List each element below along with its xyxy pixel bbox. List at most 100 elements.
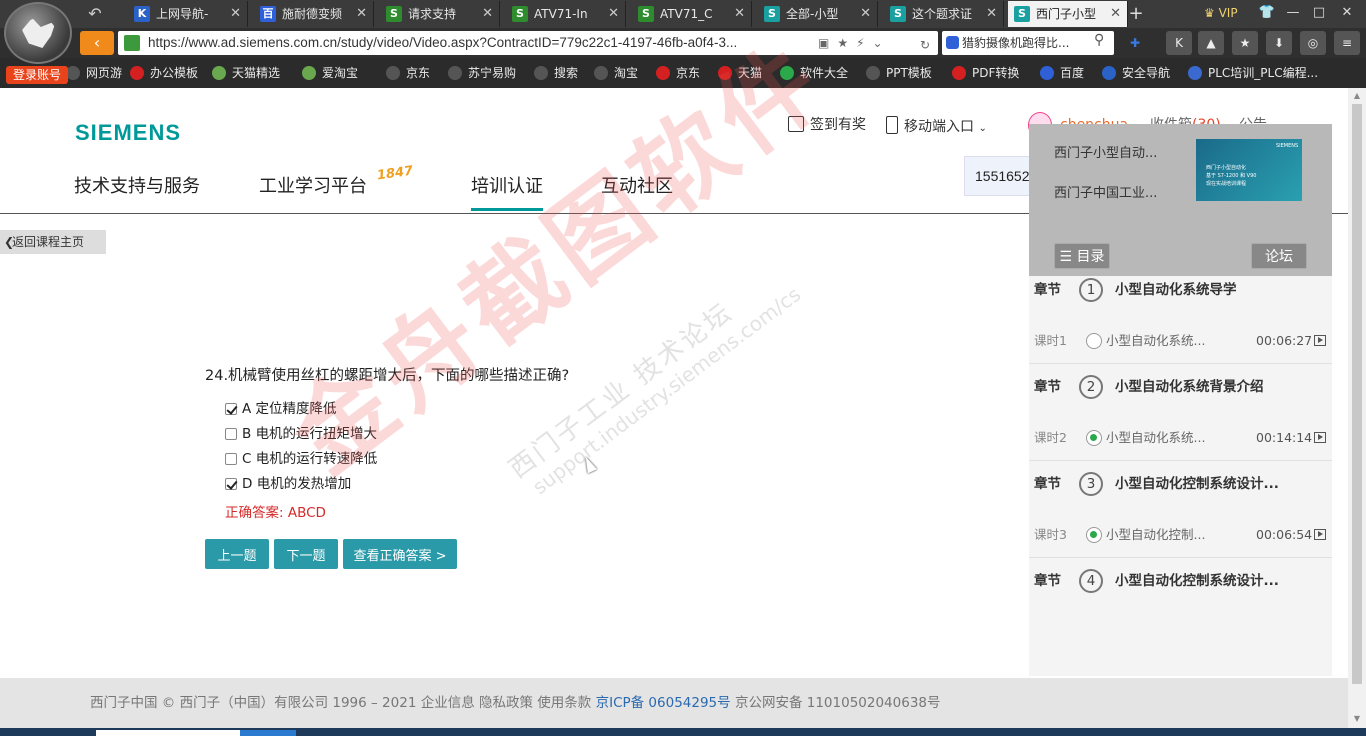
answer-option[interactable]: D 电机的发热增加: [225, 475, 351, 493]
prev-question-button[interactable]: 上一题: [205, 539, 269, 569]
vip-badge[interactable]: ♛ VIP: [1204, 2, 1238, 24]
browser-tab[interactable]: K 上网导航- ✕: [128, 1, 248, 27]
browser-search-input[interactable]: 猎豹摄像机跑得比...: [942, 31, 1114, 55]
tab-close-icon[interactable]: ✕: [986, 1, 997, 27]
related-course-1[interactable]: 西门子小型自动...: [1054, 145, 1157, 163]
show-answer-button[interactable]: 查看正确答案 >: [343, 539, 457, 569]
checkbox-checked[interactable]: [225, 403, 237, 415]
nav-training-certification[interactable]: 培训认证: [471, 174, 543, 200]
chapter-heading[interactable]: 章节 3 小型自动化控制系统设计...: [1034, 472, 1279, 496]
k-extension-icon[interactable]: K: [1166, 31, 1192, 55]
nav-tech-support[interactable]: 技术支持与服务: [74, 174, 200, 200]
forum-button[interactable]: 论坛: [1251, 243, 1307, 269]
play-video-icon[interactable]: [1314, 529, 1326, 540]
answer-option[interactable]: A 定位精度降低: [225, 400, 337, 418]
tab-close-icon[interactable]: ✕: [482, 1, 493, 27]
gamepad-icon[interactable]: ◎: [1300, 31, 1326, 55]
thumb-brand: SIEMENS: [1276, 143, 1299, 149]
nav-learning-platform[interactable]: 工业学习平台: [259, 174, 367, 200]
nav-community[interactable]: 互动社区: [601, 174, 673, 200]
close-window-icon[interactable]: ✕: [1334, 2, 1360, 24]
related-course-2[interactable]: 西门子中国工业...: [1054, 185, 1157, 203]
extension-puzzle-icon[interactable]: ✚: [1122, 31, 1148, 55]
play-video-icon[interactable]: [1314, 335, 1326, 346]
back-arrow-icon[interactable]: ‹: [80, 31, 114, 55]
secure-lock-icon: [124, 35, 140, 51]
bookmark-item[interactable]: 天猫: [718, 58, 762, 88]
bookmark-item[interactable]: 爱淘宝: [302, 58, 358, 88]
tab-close-icon[interactable]: ✕: [734, 1, 745, 27]
lesson-row[interactable]: 课时1 小型自动化系统... 00:06:27: [1034, 332, 1326, 350]
next-question-button[interactable]: 下一题: [274, 539, 338, 569]
browser-logo-icon[interactable]: [4, 2, 72, 64]
refresh-icon[interactable]: ↻: [916, 33, 934, 57]
chapter-heading[interactable]: 章节 4 小型自动化控制系统设计...: [1034, 569, 1279, 593]
play-video-icon[interactable]: [1314, 432, 1326, 443]
tab-close-icon[interactable]: ✕: [230, 1, 241, 27]
back-to-course-button[interactable]: ❮ 返回课程主页: [0, 230, 106, 254]
checkbox-unchecked[interactable]: [225, 453, 237, 465]
taskbar-item[interactable]: [96, 730, 240, 736]
browser-tab[interactable]: 百施耐德变频 ✕: [254, 1, 374, 27]
bookmark-item[interactable]: 搜索: [534, 58, 578, 88]
bookmark-item[interactable]: 淘宝: [594, 58, 638, 88]
tab-close-icon[interactable]: ✕: [1110, 1, 1121, 27]
bookmark-item[interactable]: 软件大全: [780, 58, 848, 88]
checkbox-unchecked[interactable]: [225, 428, 237, 440]
bookmark-item[interactable]: 苏宁易购: [448, 58, 516, 88]
mobile-entry-dropdown[interactable]: 移动端入口 ⌄: [886, 116, 987, 138]
url-text[interactable]: https://www.ad.siemens.com.cn/study/vide…: [148, 31, 737, 55]
bookmark-item[interactable]: 京东: [656, 58, 700, 88]
bookmark-item[interactable]: PPT模板: [866, 58, 932, 88]
favorites-star-icon[interactable]: ★: [1232, 31, 1258, 55]
checkin-link[interactable]: 签到有奖: [788, 116, 866, 134]
page-scrollbar[interactable]: ▲ ▼: [1348, 88, 1366, 728]
new-tab-button[interactable]: +: [1126, 2, 1146, 26]
browser-tab[interactable]: S 全部-小型 ✕: [758, 1, 878, 27]
icp-link[interactable]: 京ICP备 06054295号: [596, 695, 731, 711]
tab-close-icon[interactable]: ✕: [608, 1, 619, 27]
browser-tab[interactable]: S ATV71-In ✕: [506, 1, 626, 27]
chapter-heading[interactable]: 章节 1 小型自动化系统导学: [1034, 278, 1237, 302]
checkbox-checked[interactable]: [225, 478, 237, 490]
bookmark-item[interactable]: 天猫精选: [212, 58, 280, 88]
scroll-thumb[interactable]: [1352, 104, 1362, 684]
minimize-icon[interactable]: —: [1280, 2, 1306, 24]
bookmark-item[interactable]: 百度: [1040, 58, 1084, 88]
bookmark-item[interactable]: 办公模板: [130, 58, 198, 88]
lesson-row[interactable]: 课时3 小型自动化控制... 00:06:54: [1034, 526, 1326, 544]
chapter-heading[interactable]: 章节 2 小型自动化系统背景介绍: [1034, 375, 1264, 399]
bookmark-item[interactable]: 安全导航: [1102, 58, 1170, 88]
scroll-down-icon[interactable]: ▼: [1352, 714, 1362, 724]
browser-tab[interactable]: S 请求支持 ✕: [380, 1, 500, 27]
toc-button[interactable]: ☰ 目录: [1054, 243, 1110, 269]
bookmark-item[interactable]: PLC培训_PLC编程...: [1188, 58, 1318, 88]
scroll-up-icon[interactable]: ▲: [1352, 91, 1362, 101]
siemens-logo[interactable]: SIEMENS: [75, 120, 181, 146]
bookmark-item[interactable]: PDF转换: [952, 58, 1019, 88]
download-icon[interactable]: ⬇: [1266, 31, 1292, 55]
bookmark-label: 京东: [406, 66, 431, 80]
answer-option[interactable]: C 电机的运行转速降低: [225, 450, 377, 468]
bookmark-item[interactable]: 京东: [386, 58, 430, 88]
answer-option[interactable]: B 电机的运行扭矩增大: [225, 425, 377, 443]
browser-tab[interactable]: S 这个题求证 ✕: [884, 1, 1004, 27]
lock-extension-icon[interactable]: ▲: [1198, 31, 1224, 55]
bookmark-item[interactable]: 网页游: [66, 58, 122, 88]
taskbar-item-active[interactable]: [240, 730, 296, 736]
url-field[interactable]: https://www.ad.siemens.com.cn/study/vide…: [118, 31, 938, 55]
url-action-icons[interactable]: ▣★⚡⌄: [818, 31, 891, 55]
maximize-icon[interactable]: □: [1306, 2, 1332, 24]
thumb-line-3: 现在实战培训课程: [1206, 181, 1247, 187]
browser-tab[interactable]: S 西门子小型 ✕: [1008, 1, 1128, 27]
lesson-row[interactable]: 课时2 小型自动化系统... 00:14:14: [1034, 429, 1326, 447]
login-account-button[interactable]: 登录账号: [6, 66, 68, 84]
browser-search-icon[interactable]: ⚲: [1094, 32, 1104, 48]
browser-tab[interactable]: S ATV71_C ✕: [632, 1, 752, 27]
skin-icon[interactable]: 👕: [1254, 2, 1280, 24]
tab-close-icon[interactable]: ✕: [356, 1, 367, 27]
tab-close-icon[interactable]: ✕: [860, 1, 871, 27]
menu-icon[interactable]: ≡: [1334, 31, 1360, 55]
undo-close-icon[interactable]: ↶: [84, 4, 106, 24]
course-thumbnail[interactable]: SIEMENS 西门子小型自动化 基于 S7-1200 和 V90 现在实战培训…: [1196, 139, 1302, 201]
